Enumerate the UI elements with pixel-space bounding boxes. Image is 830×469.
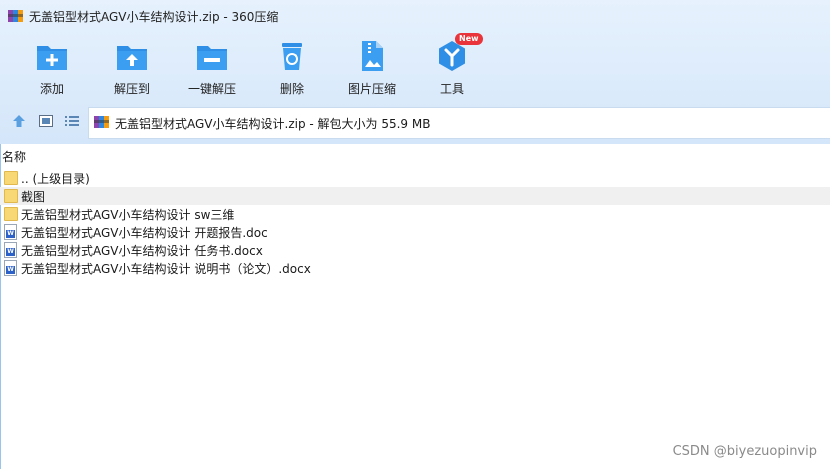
nav-bar: 无盖铝型材式AGV小车结构设计.zip - 解包大小为 55.9 MB	[0, 104, 830, 140]
folder-icon	[4, 206, 18, 222]
one-click-extract-label: 一键解压	[187, 82, 236, 96]
window-title: 无盖铝型材式AGV小车结构设计.zip - 360压缩	[29, 9, 279, 24]
extract-to-label: 解压到	[113, 82, 150, 96]
list-view-icon[interactable]	[63, 112, 81, 130]
list-item-task-docx[interactable]: W 无盖铝型材式AGV小车结构设计 任务书.docx	[0, 241, 830, 259]
address-text: 无盖铝型材式AGV小车结构设计.zip - 解包大小为 55.9 MB	[115, 116, 431, 131]
word-doc-icon: W	[4, 224, 18, 240]
archive-icon	[94, 115, 110, 132]
column-header-name[interactable]: 名称	[0, 146, 830, 166]
up-arrow-icon[interactable]	[10, 112, 28, 130]
watermark: CSDN @biyezuopinvip	[672, 444, 817, 459]
delete-icon	[274, 38, 310, 74]
word-doc-icon: W	[4, 260, 18, 276]
file-name: 无盖铝型材式AGV小车结构设计 开题报告.doc	[21, 225, 268, 240]
file-name: 无盖铝型材式AGV小车结构设计 说明书（论文）.docx	[21, 261, 311, 276]
toolbar: 添加 解压到 一键解压 删除 图片压缩 工具 New	[0, 33, 830, 100]
list-item-thesis-docx[interactable]: W 无盖铝型材式AGV小车结构设计 说明书（论文）.docx	[0, 259, 830, 277]
file-name: .. (上级目录)	[21, 171, 90, 186]
new-badge: New	[455, 33, 483, 45]
folder-icon	[4, 170, 18, 186]
winrar-books-icon	[8, 9, 24, 23]
add-label: 添加	[39, 82, 64, 96]
file-name: 无盖铝型材式AGV小车结构设计 任务书.docx	[21, 243, 263, 258]
extract-to-icon	[114, 38, 150, 74]
add-button[interactable]: 添加	[12, 34, 92, 97]
list-item-screenshots[interactable]: 截图	[0, 187, 830, 205]
list-item-proposal-doc[interactable]: W 无盖铝型材式AGV小车结构设计 开题报告.doc	[0, 223, 830, 241]
one-click-extract-icon	[194, 38, 230, 74]
image-compress-button[interactable]: 图片压缩	[332, 34, 412, 97]
word-doc-icon: W	[4, 242, 18, 258]
thumbnail-view-icon[interactable]	[37, 112, 55, 130]
address-bar[interactable]: 无盖铝型材式AGV小车结构设计.zip - 解包大小为 55.9 MB	[88, 107, 830, 139]
title-bar: 无盖铝型材式AGV小车结构设计.zip - 360压缩	[0, 0, 830, 32]
delete-button[interactable]: 删除	[252, 34, 332, 97]
tools-label: 工具	[439, 82, 464, 96]
file-list: .. (上级目录) 截图 无盖铝型材式AGV小车结构设计 sw三维 W 无盖铝型…	[0, 169, 830, 277]
delete-label: 删除	[279, 82, 304, 96]
file-name: 截图	[21, 189, 46, 204]
folder-icon	[4, 188, 18, 204]
list-item-parent[interactable]: .. (上级目录)	[0, 169, 830, 187]
image-compress-label: 图片压缩	[347, 82, 396, 96]
add-icon	[34, 38, 70, 74]
column-header-label: 名称	[2, 149, 27, 164]
tools-button[interactable]: 工具 New	[412, 33, 492, 97]
top-panel: 无盖铝型材式AGV小车结构设计.zip - 360压缩 添加 解压到 一键解压 …	[0, 0, 830, 144]
extract-to-button[interactable]: 解压到	[92, 34, 172, 97]
file-name: 无盖铝型材式AGV小车结构设计 sw三维	[21, 207, 235, 222]
list-item-sw3d[interactable]: 无盖铝型材式AGV小车结构设计 sw三维	[0, 205, 830, 223]
one-click-extract-button[interactable]: 一键解压	[172, 34, 252, 97]
image-compress-icon	[354, 38, 390, 74]
